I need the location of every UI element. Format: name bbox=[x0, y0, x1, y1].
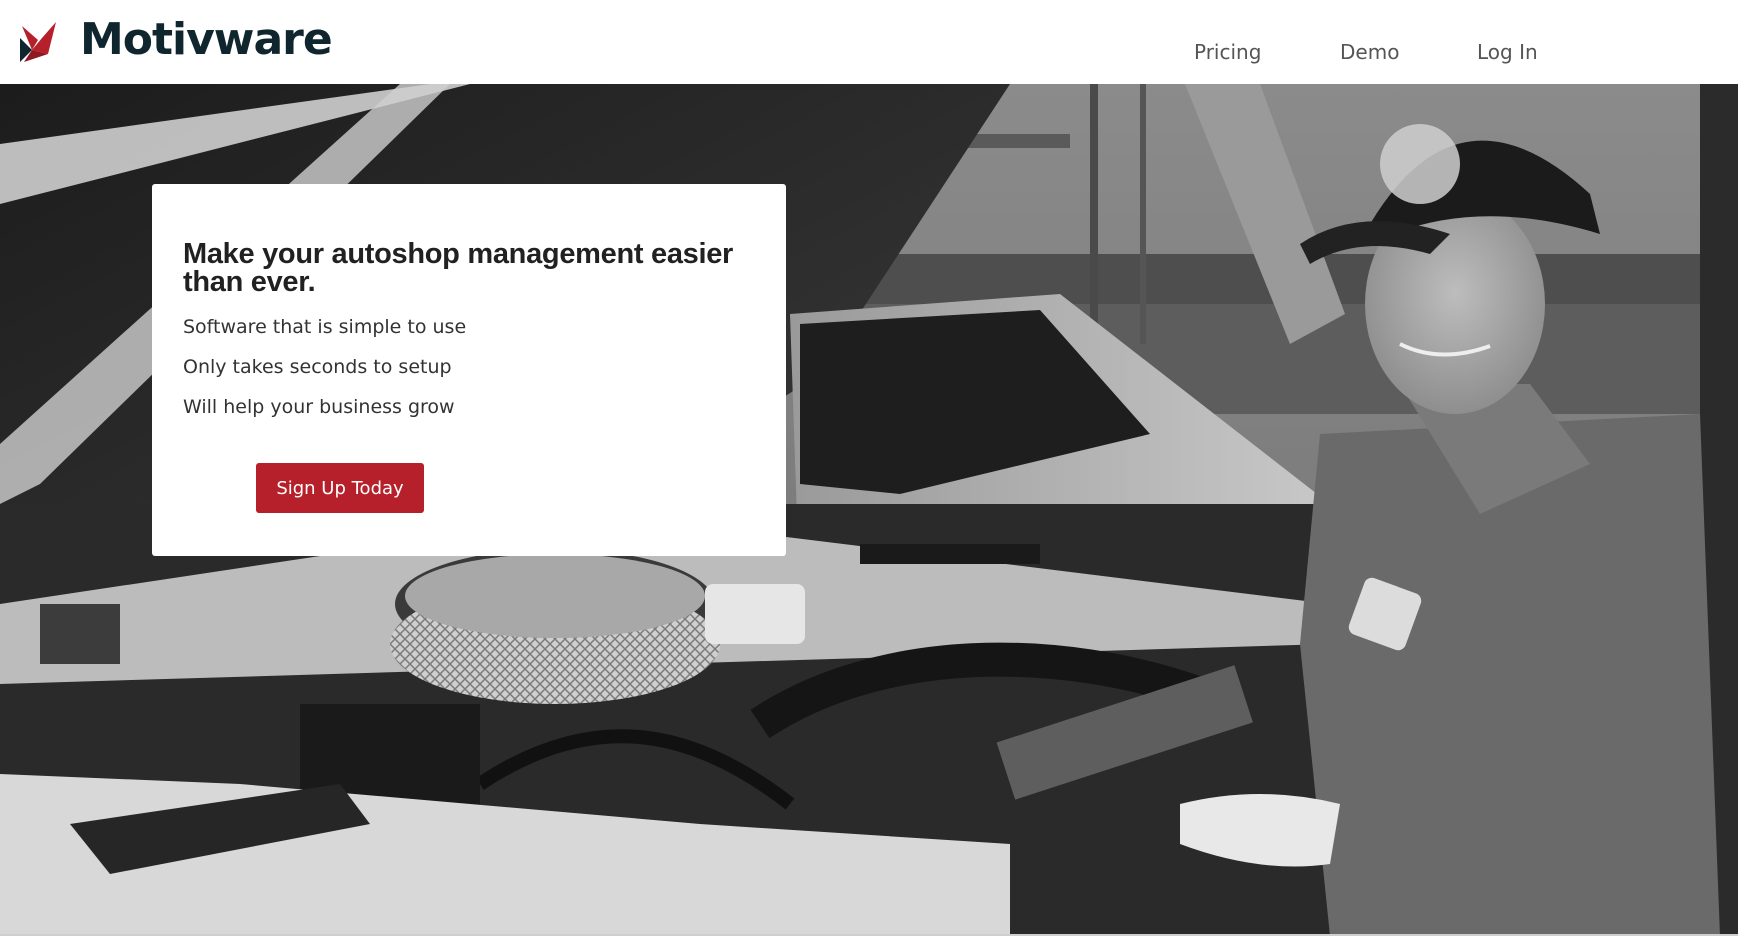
nav-demo-link[interactable]: Demo bbox=[1340, 40, 1399, 64]
nav-login-link[interactable]: Log In bbox=[1477, 40, 1538, 64]
hero-card: Make your autoshop management easier tha… bbox=[152, 184, 786, 556]
site-header: Motivware Pricing Demo Log In bbox=[0, 0, 1738, 84]
hero-headline: Make your autoshop management easier tha… bbox=[183, 238, 734, 298]
feature-item: Only takes seconds to setup bbox=[183, 356, 452, 378]
sign-up-button[interactable]: Sign Up Today bbox=[256, 463, 424, 513]
brand[interactable]: Motivware bbox=[18, 14, 333, 65]
feature-item: Will help your business grow bbox=[183, 396, 455, 418]
feature-item: Software that is simple to use bbox=[183, 316, 467, 338]
brand-name: Motivware bbox=[80, 14, 333, 65]
nav-pricing-link[interactable]: Pricing bbox=[1194, 40, 1261, 64]
motivware-logo-icon bbox=[20, 22, 56, 62]
landing-page: Motivware Pricing Demo Log In Make your … bbox=[0, 0, 1738, 936]
